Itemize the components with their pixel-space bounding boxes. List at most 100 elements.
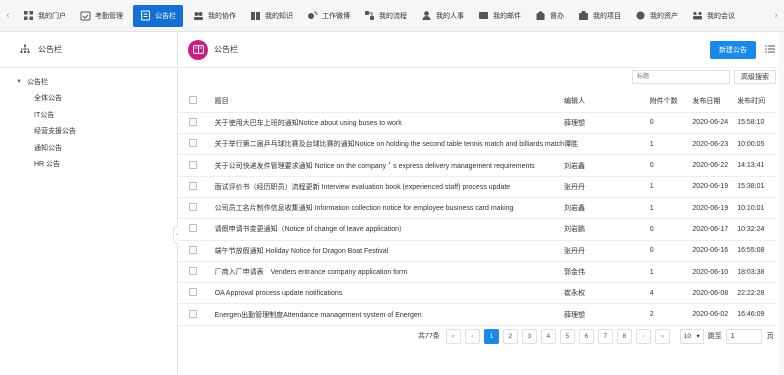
row-title[interactable]: 面试评价书（经历职员）流程更新 Interview evaluation boo… (214, 176, 564, 198)
tree-item[interactable]: HR 公告 (0, 156, 177, 173)
nav-item-label: 我的人事 (436, 12, 464, 20)
table-row[interactable]: 关于使用大巴车上班的通知Notice about using buses to … (178, 112, 776, 135)
nav-item-5[interactable]: 工作微博 (300, 0, 357, 32)
nav-item-0[interactable]: 我的门户 (16, 0, 73, 32)
row-time: 15:38:01 (737, 176, 776, 198)
row-attachments: 1 (649, 176, 693, 198)
tree-root[interactable]: ▼ 公告栏 (0, 74, 177, 90)
page-button[interactable]: 7 (597, 328, 613, 344)
nav-item-6[interactable]: 我的流程 (357, 0, 414, 32)
sidebar-header: 公告栏 (0, 32, 177, 68)
collaboration-icon (193, 10, 204, 21)
row-checkbox[interactable] (189, 309, 197, 318)
row-title[interactable]: OA Approval process update notifications (214, 282, 564, 305)
nav-item-10[interactable]: 我的项目 (571, 0, 628, 32)
page-button[interactable]: 8 (616, 328, 632, 344)
col-date[interactable]: 发布日期 (692, 91, 738, 113)
select-all-checkbox[interactable] (189, 96, 197, 105)
advanced-search-button[interactable]: 高级搜索 (734, 70, 776, 84)
nav-item-label: 我的协作 (208, 12, 236, 20)
row-attachments: 0 (649, 218, 693, 241)
row-title[interactable]: 厂商入厂申请表 Venders entrance company applica… (214, 261, 564, 284)
nav-scroll-right-icon[interactable]: › (768, 0, 784, 32)
page-button[interactable]: 5 (559, 328, 575, 344)
row-checkbox[interactable] (189, 224, 197, 233)
row-title[interactable]: 端午节放假通知 Holiday Notice for Dragon Boat F… (214, 240, 564, 262)
table-row[interactable]: 面试评价书（经历职员）流程更新 Interview evaluation boo… (178, 176, 776, 198)
tree-item[interactable]: IT公告 (0, 107, 177, 124)
last-page-icon[interactable]: » (654, 328, 670, 344)
row-checkbox[interactable] (189, 160, 197, 169)
nav-item-7[interactable]: 我的人事 (414, 0, 471, 32)
next-page-icon[interactable]: › (635, 328, 651, 344)
new-notice-button[interactable]: 新建公告 (710, 41, 756, 59)
page-button[interactable]: 4 (540, 328, 556, 344)
meeting-icon (692, 10, 703, 21)
table-row[interactable]: 关于举行第二届乒乓球比赛及台球比赛的通知Notice on holding th… (178, 133, 776, 156)
notice-board-logo-icon (188, 39, 208, 60)
row-checkbox[interactable] (189, 181, 197, 190)
row-title[interactable]: 公司员工名片制作信息收集通知 Information collection no… (214, 197, 564, 220)
page-title: 公告栏 (214, 45, 238, 54)
list-view-icon[interactable] (765, 44, 775, 54)
main-content: 公告栏 新建公告 高级搜索 题目 编辑人 附件个数 发布日期 发布时间 关于使用… (178, 32, 784, 375)
page-size-select[interactable]: 10 ▾ (679, 328, 704, 344)
nav-item-11[interactable]: 我的资产 (628, 0, 685, 32)
row-checkbox[interactable] (189, 267, 197, 276)
nav-item-3[interactable]: 我的协作 (186, 0, 243, 32)
page-button[interactable]: 2 (502, 328, 518, 344)
row-checkbox[interactable] (189, 245, 197, 254)
page-button[interactable]: 6 (578, 328, 594, 344)
tree-item[interactable]: 经营支援公告 (0, 123, 177, 140)
page-button[interactable]: 1 (483, 328, 499, 344)
row-checkbox[interactable] (189, 288, 197, 297)
row-title[interactable]: 关于使用大巴车上班的通知Notice about using buses to … (214, 112, 564, 135)
first-page-icon[interactable]: « (445, 328, 461, 344)
sidebar: 公告栏 ▼ 公告栏 全体公告 IT公告 经营支援公告 通知公告 HR 公告 (0, 32, 178, 375)
main-header: 公告栏 新建公告 (178, 32, 784, 68)
table-row[interactable]: OA Approval process update notifications… (178, 282, 776, 305)
title-search-input[interactable] (632, 70, 730, 84)
col-time[interactable]: 发布时间 (737, 91, 776, 113)
row-title[interactable]: Energen出勤管理制度Attendance management syste… (214, 303, 564, 326)
chevron-down-icon: ▾ (696, 333, 700, 340)
row-title[interactable]: 请假申请书变更通知（Notice of change of leave appl… (214, 218, 564, 241)
row-title[interactable]: 关于公司快递发件管理要求通知 Notice on the company＇s e… (214, 154, 564, 177)
row-editor: 谭胜 (564, 133, 650, 156)
row-attachments: 0 (649, 154, 693, 177)
nav-item-1[interactable]: 考勤管理 (73, 0, 130, 32)
row-time: 14:13:41 (737, 154, 776, 177)
tree-item[interactable]: 全体公告 (0, 90, 177, 107)
col-attachments[interactable]: 附件个数 (649, 91, 693, 113)
row-editor: 郭金伟 (564, 261, 650, 284)
page-button[interactable]: 3 (521, 328, 537, 344)
row-checkbox[interactable] (189, 139, 197, 148)
jump-page-input[interactable]: 1 (725, 328, 762, 344)
nav-item-4[interactable]: 我的知识 (243, 0, 300, 32)
table-row[interactable]: Energen出勤管理制度Attendance management syste… (178, 303, 776, 326)
row-title[interactable]: 关于举行第二届乒乓球比赛及台球比赛的通知Notice on holding th… (214, 133, 564, 156)
prev-page-icon[interactable]: ‹ (464, 328, 480, 344)
row-date: 2020-06-10 (692, 261, 738, 284)
row-checkbox[interactable] (189, 203, 197, 212)
col-title[interactable]: 题目 (214, 91, 564, 113)
nav-item-12[interactable]: 我的会议 (685, 0, 742, 32)
col-editor[interactable]: 编辑人 (564, 91, 650, 113)
caret-down-icon[interactable]: ▼ (16, 79, 24, 85)
nav-scroll-left-icon[interactable]: ‹ (0, 0, 16, 32)
nav-item-9[interactable]: 督办 (528, 0, 571, 32)
sidebar-title: 公告栏 (38, 45, 62, 54)
row-checkbox[interactable] (189, 117, 197, 126)
table-row[interactable]: 请假申请书变更通知（Notice of change of leave appl… (178, 218, 776, 241)
vertical-scrollbar[interactable] (778, 32, 784, 375)
row-attachments: 1 (649, 133, 693, 156)
grid-icon (23, 10, 34, 21)
table-row[interactable]: 公司员工名片制作信息收集通知 Information collection no… (178, 197, 776, 220)
nav-item-2[interactable]: 公告栏 (133, 4, 183, 27)
table-row[interactable]: 端午节放假通知 Holiday Notice for Dragon Boat F… (178, 240, 776, 262)
table-row[interactable]: 关于公司快递发件管理要求通知 Notice on the company＇s e… (178, 154, 776, 177)
tree-item[interactable]: 通知公告 (0, 140, 177, 157)
table-row[interactable]: 厂商入厂申请表 Venders entrance company applica… (178, 261, 776, 284)
nav-item-8[interactable]: 我的邮件 (471, 0, 528, 32)
row-time: 10:32:24 (737, 218, 776, 241)
